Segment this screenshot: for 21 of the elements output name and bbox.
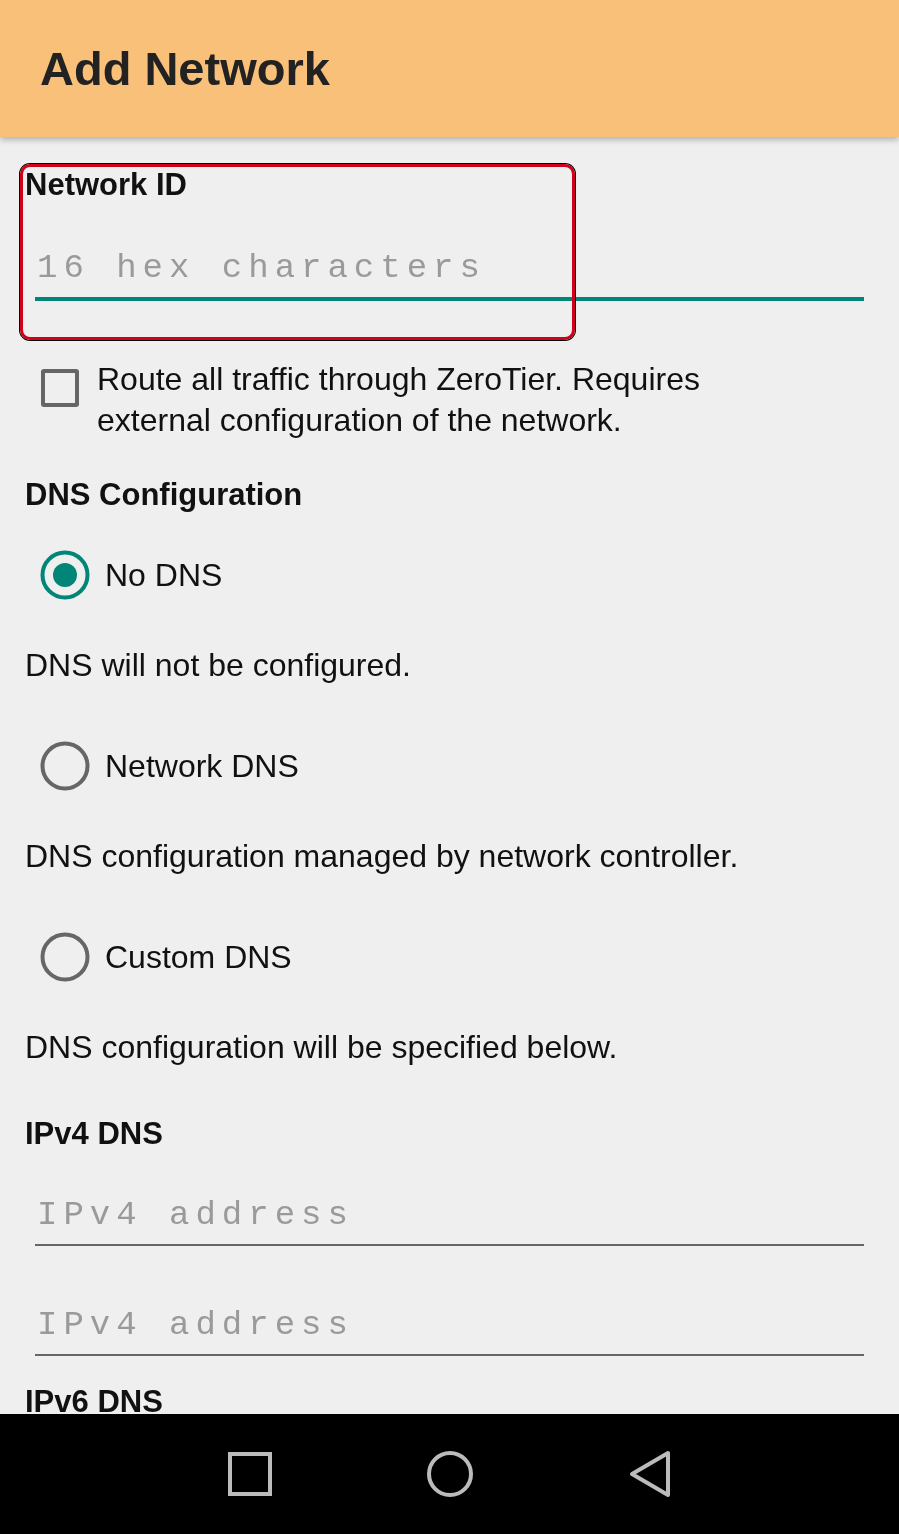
checkbox-label[interactable]: Route all traffic through ZeroTier. Requires external configuration of the network. [97,359,797,441]
input-field[interactable]: IPv4 address [35,1188,864,1246]
section-heading: IPv6 DNS [25,1384,164,1414]
square-icon[interactable] [225,1450,274,1498]
radio-label[interactable]: No DNS [105,556,223,594]
option-description: DNS configuration managed by network controller. [25,838,740,875]
field-label: Network ID [25,167,188,203]
home-icon[interactable] [425,1450,474,1498]
radio-button[interactable] [39,740,91,792]
radio-label[interactable]: Network DNS [105,747,299,785]
radio-label[interactable]: Custom DNS [105,938,292,976]
radio-button[interactable] [39,931,91,983]
radio-button-selected[interactable] [39,549,91,601]
input-field[interactable]: 16 hex characters [35,241,864,301]
section-heading: IPv4 DNS [25,1116,164,1152]
option-description: DNS configuration will be specified below. [25,1029,619,1066]
section-heading: DNS Configuration [25,477,304,513]
option-description: DNS will not be configured. [25,647,412,684]
input-field[interactable]: IPv4 address [35,1298,864,1356]
screen-title: Add Network [40,41,330,96]
checkbox[interactable] [41,369,79,407]
